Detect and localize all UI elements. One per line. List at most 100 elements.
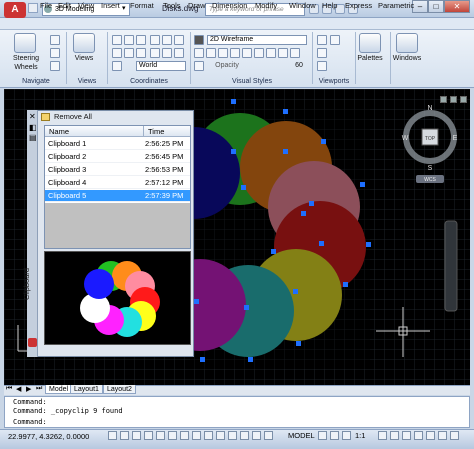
- lwt-icon[interactable]: [216, 431, 225, 440]
- ucs-named-icon[interactable]: [174, 48, 184, 58]
- ucs-z-icon[interactable]: [136, 48, 146, 58]
- materials-icon[interactable]: [254, 48, 264, 58]
- close-button[interactable]: ✕: [444, 0, 470, 13]
- viewport-named-icon[interactable]: [330, 35, 340, 45]
- ucs-3point-icon[interactable]: [136, 35, 146, 45]
- table-row[interactable]: Clipboard 2 2:56:45 PM: [45, 151, 190, 163]
- column-header-time[interactable]: Time: [143, 126, 190, 137]
- palettes-icon[interactable]: [359, 33, 381, 53]
- xray-icon[interactable]: [242, 48, 252, 58]
- command-prompt[interactable]: Command:: [13, 418, 47, 426]
- 3dosnap-icon[interactable]: [168, 431, 177, 440]
- status-menu-icon[interactable]: [438, 431, 447, 440]
- am-icon[interactable]: [264, 431, 273, 440]
- tab-layout2[interactable]: Layout2: [103, 385, 136, 394]
- color-icon[interactable]: [230, 48, 240, 58]
- ducs-icon[interactable]: [192, 431, 201, 440]
- remove-all-button[interactable]: Remove All: [54, 112, 92, 121]
- tpy-icon[interactable]: [228, 431, 237, 440]
- lock-icon[interactable]: [414, 431, 423, 440]
- table-row[interactable]: Clipboard 4 2:57:12 PM: [45, 177, 190, 189]
- ucs-world-icon[interactable]: [124, 35, 134, 45]
- table-row[interactable]: Clipboard 3 2:56:53 PM: [45, 164, 190, 176]
- polar-icon[interactable]: [144, 431, 153, 440]
- table-row[interactable]: Clipboard 1 2:56:25 PM: [45, 138, 190, 150]
- views-icon[interactable]: [73, 33, 95, 53]
- tab-last-icon[interactable]: ⏭: [36, 385, 42, 393]
- menu-edit[interactable]: Edit: [58, 1, 71, 10]
- annotation-visibility-icon[interactable]: [378, 431, 387, 440]
- auto-scale-icon[interactable]: [390, 431, 399, 440]
- tab-prev-icon[interactable]: ◀: [16, 385, 21, 393]
- quick-access-icon[interactable]: [28, 3, 38, 13]
- menu-draw[interactable]: Draw: [188, 1, 206, 10]
- ortho-icon[interactable]: [132, 431, 141, 440]
- table-row-selected[interactable]: Clipboard 5 2:57:39 PM: [45, 190, 190, 202]
- snap-icon[interactable]: [108, 431, 117, 440]
- orbit-icon[interactable]: [50, 48, 60, 58]
- menu-tools[interactable]: Tools: [163, 1, 181, 10]
- qp-icon[interactable]: [240, 431, 249, 440]
- menu-view[interactable]: View: [78, 1, 94, 10]
- face-icon[interactable]: [206, 48, 216, 58]
- pan-icon[interactable]: [50, 35, 60, 45]
- minimize-button[interactable]: –: [412, 0, 428, 13]
- workspace-switch-icon[interactable]: [402, 431, 411, 440]
- coordinate-readout[interactable]: 22.9977, 4.3262, 0.0000: [8, 432, 89, 441]
- viewport-restore-icon[interactable]: [317, 61, 327, 71]
- maximize-button[interactable]: □: [428, 0, 444, 13]
- tab-layout1[interactable]: Layout1: [70, 385, 103, 394]
- menu-insert[interactable]: Insert: [101, 1, 120, 10]
- remove-all-icon[interactable]: [41, 113, 50, 121]
- menu-help[interactable]: Help: [322, 1, 337, 10]
- menu-format[interactable]: Format: [130, 1, 154, 10]
- osnap-icon[interactable]: [156, 431, 165, 440]
- menu-file[interactable]: File: [40, 1, 52, 10]
- menu-express[interactable]: Express: [345, 1, 372, 10]
- windows-icon[interactable]: [396, 33, 418, 53]
- otrack-icon[interactable]: [180, 431, 189, 440]
- grid-icon[interactable]: [120, 431, 129, 440]
- tab-next-icon[interactable]: ▶: [26, 385, 31, 393]
- edge-icon[interactable]: [194, 48, 204, 58]
- menu-dimension[interactable]: Dimension: [212, 1, 247, 10]
- menu-window[interactable]: Window: [289, 1, 316, 10]
- viewport-close-button[interactable]: [460, 96, 467, 103]
- ucs-icon[interactable]: [112, 35, 122, 45]
- ucs-previous-icon[interactable]: [150, 48, 160, 58]
- ucs-origin-icon[interactable]: [162, 48, 172, 58]
- application-menu-button[interactable]: A: [4, 2, 26, 18]
- quick-view-layouts-icon[interactable]: [318, 431, 327, 440]
- lights-icon[interactable]: [266, 48, 276, 58]
- palette-close-icon[interactable]: ✕: [29, 112, 36, 121]
- menu-modify[interactable]: Modify: [255, 1, 277, 10]
- quick-view-drawings-icon[interactable]: [330, 431, 339, 440]
- palette-autohide-icon[interactable]: ◧: [29, 123, 37, 132]
- viewport-icon[interactable]: [317, 35, 327, 45]
- coordinates-dropdown[interactable]: World: [136, 61, 186, 71]
- render-icon[interactable]: [278, 48, 288, 58]
- zoom-icon[interactable]: [50, 61, 60, 71]
- ucs-y-icon[interactable]: [124, 48, 134, 58]
- menu-parametric[interactable]: Parametric: [378, 1, 414, 10]
- viewport-minimize-button[interactable]: [440, 96, 447, 103]
- tab-model[interactable]: Model: [45, 385, 73, 394]
- annotation-scale[interactable]: 1:1: [355, 431, 365, 440]
- palette-properties-icon[interactable]: ▤: [29, 133, 37, 142]
- clean-screen-icon[interactable]: [450, 431, 459, 440]
- viewport-join-icon[interactable]: [317, 48, 327, 58]
- ucs-face-icon[interactable]: [174, 35, 184, 45]
- tab-first-icon[interactable]: ⏮: [6, 385, 12, 393]
- visual-style-dropdown[interactable]: 2D Wireframe: [207, 35, 307, 45]
- steering-wheel-icon[interactable]: [14, 33, 36, 53]
- shadow-icon[interactable]: [218, 48, 228, 58]
- ucs-x-icon[interactable]: [112, 48, 122, 58]
- dyn-icon[interactable]: [204, 431, 213, 440]
- model-space-toggle[interactable]: MODEL: [288, 431, 315, 440]
- palette-title-strip[interactable]: [27, 110, 38, 357]
- ucs-object-icon[interactable]: [162, 35, 172, 45]
- ucs-view-icon[interactable]: [150, 35, 160, 45]
- sc-icon[interactable]: [252, 431, 261, 440]
- column-header-name[interactable]: Name: [45, 126, 143, 137]
- isolate-icon[interactable]: [426, 431, 435, 440]
